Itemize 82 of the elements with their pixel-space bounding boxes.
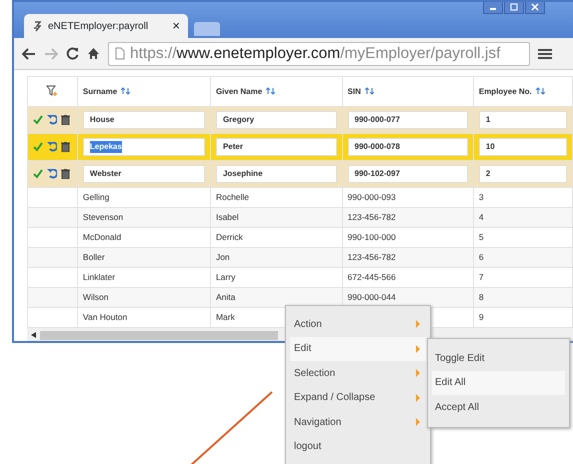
menu-item[interactable]: Action (290, 312, 426, 336)
employee-number-text: 7 (478, 272, 484, 282)
sin-field[interactable]: 990-102-097 (348, 165, 468, 183)
filter-icon[interactable] (46, 85, 58, 98)
menu-item[interactable]: Edit (290, 336, 426, 361)
undo-icon[interactable] (47, 115, 57, 125)
menu-item[interactable]: Navigation (290, 410, 426, 434)
address-bar[interactable]: https://www.enetemployer.com/myEmployer/payroll.jsf (108, 42, 530, 66)
employee-number-text: 3 (478, 192, 484, 202)
given-name-field[interactable]: Josephine (216, 165, 337, 183)
sin-field[interactable]: 990-000-077 (348, 111, 468, 129)
surname-text: Linklater (82, 272, 116, 282)
menu-item[interactable]: Expand / Collapse (290, 386, 426, 410)
surname-field[interactable]: House (82, 111, 205, 129)
sin-text: 990-100-000 (348, 232, 396, 242)
given-name-text: Rochelle (216, 192, 250, 202)
menu-icon[interactable] (538, 48, 552, 60)
given-name-field[interactable]: Gregory (216, 111, 337, 129)
surname-text: Boller (82, 252, 105, 262)
trash-icon[interactable] (61, 142, 70, 152)
home-icon[interactable] (87, 47, 100, 60)
tab-close-button[interactable]: × (172, 16, 180, 36)
check-icon[interactable] (33, 115, 43, 125)
given-name-text: Mark (216, 312, 235, 322)
logo-icon (32, 20, 44, 32)
menu-item[interactable]: Selection (290, 361, 426, 386)
given-name-text: Derrick (216, 232, 243, 242)
employee-number-text: 9 (478, 312, 484, 322)
column-header[interactable]: Employee No. (473, 76, 572, 106)
close-icon[interactable] (525, 2, 545, 14)
sin-text: 990-000-093 (348, 192, 396, 202)
column-header[interactable]: Surname (77, 76, 210, 106)
sin-text: 123-456-782 (348, 212, 396, 222)
surname-text: Van Houton (82, 312, 128, 322)
sin-text: 123-456-782 (348, 252, 396, 262)
maximize-icon[interactable] (504, 2, 524, 14)
menu-item[interactable]: Accept All (432, 395, 565, 420)
employee-number-field[interactable]: 10 (478, 138, 567, 156)
sin-field[interactable]: 990-000-078 (348, 138, 468, 156)
sin-text: 990-000-044 (348, 292, 396, 302)
employee-number-field[interactable]: 1 (478, 111, 567, 129)
page-icon (115, 47, 125, 60)
sort-icon[interactable] (121, 86, 130, 96)
employee-number-text: 5 (478, 232, 484, 242)
trash-icon[interactable] (61, 169, 70, 179)
column-header[interactable]: SIN (342, 76, 474, 106)
menu-item[interactable]: Edit All (432, 370, 565, 395)
surname-text: Gelling (82, 192, 110, 202)
given-name-text: Anita (216, 292, 236, 302)
scrollbar-thumb[interactable] (40, 330, 278, 340)
given-name-text: Larry (216, 272, 236, 282)
column-header[interactable]: Given Name (210, 76, 342, 106)
sort-icon[interactable] (266, 86, 276, 96)
undo-icon[interactable] (47, 169, 57, 179)
trash-icon[interactable] (61, 115, 70, 125)
sort-icon[interactable] (536, 86, 545, 96)
employee-number-text: 4 (478, 212, 484, 222)
surname-text: Wilson (82, 292, 108, 302)
surname-field[interactable]: Webster (82, 165, 205, 183)
employee-number-text: 8 (478, 292, 484, 302)
back-icon[interactable] (22, 48, 36, 60)
tab-title: eNETEmployer:payroll (48, 20, 150, 34)
url-text: https://www.enetemployer.com/myEmployer/payroll.jsf (130, 44, 500, 64)
surname-text: McDonald (82, 232, 122, 242)
check-icon[interactable] (33, 169, 43, 179)
sin-text: 672-445-566 (348, 272, 396, 282)
employee-number-text: 6 (478, 252, 484, 262)
menu-item[interactable]: Toggle Edit (432, 346, 565, 370)
sort-icon[interactable] (364, 86, 374, 96)
given-name-text: Jon (216, 252, 230, 262)
check-icon[interactable] (33, 142, 43, 152)
undo-icon[interactable] (47, 142, 57, 152)
scroll-left-icon[interactable] (31, 332, 36, 338)
minimize-icon[interactable] (483, 2, 503, 14)
menu-item[interactable]: logout (290, 434, 426, 459)
given-name-text: Isabel (216, 212, 239, 222)
employee-number-field[interactable]: 2 (478, 165, 567, 183)
browser-tab[interactable]: eNETEmployer:payroll × (24, 14, 188, 38)
surname-text: Stevenson (82, 212, 124, 222)
given-name-field[interactable]: Peter (216, 138, 337, 156)
surname-field[interactable]: Lepekas (82, 138, 205, 156)
reload-icon[interactable] (66, 47, 79, 60)
